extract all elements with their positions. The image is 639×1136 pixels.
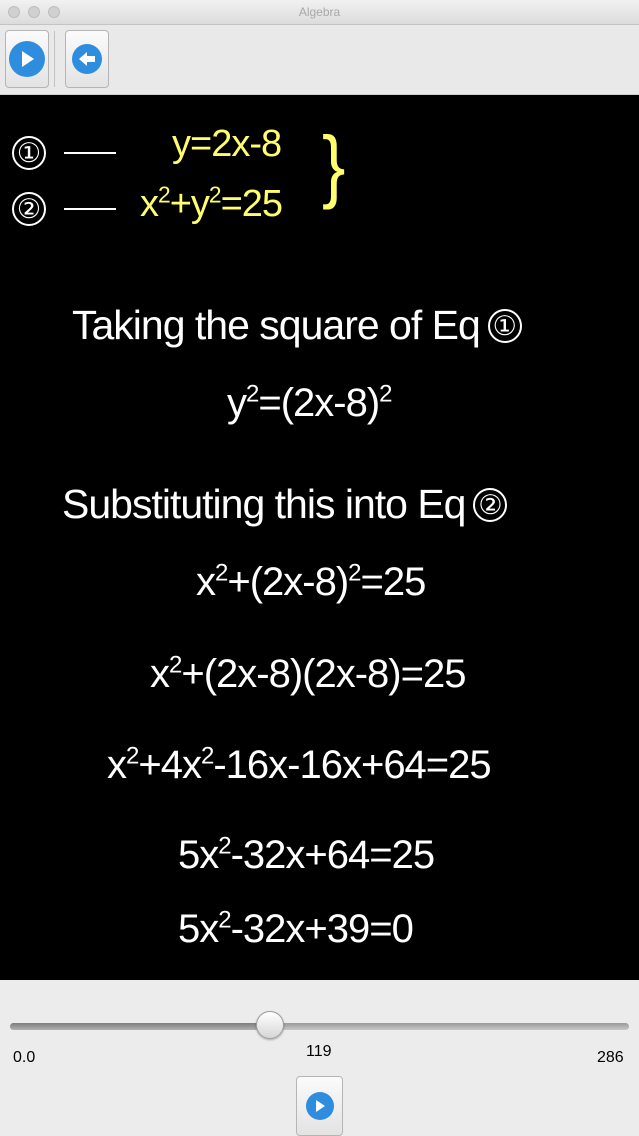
play-icon — [305, 1092, 334, 1120]
slider-min-label: 0.0 — [13, 1049, 36, 1066]
timeline-slider-fill — [10, 1023, 270, 1030]
slider-max-label: 286 — [597, 1049, 624, 1066]
equation-2-reference: ② — [473, 488, 508, 522]
timeline-slider-track[interactable] — [10, 1023, 629, 1030]
equation-2: x2+y2=25 — [140, 181, 283, 225]
title-bar: Algebra — [0, 0, 639, 25]
equation-1-reference: ① — [487, 309, 522, 343]
system-brace: } — [322, 120, 346, 210]
back-arrow-icon — [72, 44, 102, 74]
equation-1-connector — [64, 152, 116, 154]
playback-button[interactable] — [296, 1076, 343, 1136]
step-1-heading: Taking the square of Eq ① — [72, 302, 522, 349]
expanded-line: x2+(2x-8)(2x-8)=25 — [150, 651, 466, 696]
timeline-slider-thumb[interactable] — [255, 1011, 284, 1039]
combined-line: 5x2-32x+64=25 — [178, 832, 435, 877]
lesson-board: ① y=2x-8 ② x2+y2=25 } Taking the square … — [0, 95, 639, 980]
equation-1-marker: ① — [12, 136, 46, 170]
distributed-line: x2+4x2-16x-16x+64=25 — [107, 742, 492, 787]
equation-2-connector — [64, 208, 116, 210]
window-title: Algebra — [298, 5, 341, 19]
toolbar-divider — [54, 31, 55, 87]
step-2-heading: Substituting this into Eq ② — [62, 481, 508, 528]
step-1-equation: y2=(2x-8)2 — [227, 380, 393, 425]
slider-current-value: 119 — [306, 1043, 332, 1060]
equation-1: y=2x-8 — [172, 123, 282, 165]
back-button[interactable] — [65, 30, 109, 88]
play-icon — [9, 41, 45, 77]
play-button[interactable] — [5, 30, 49, 88]
toolbar — [0, 25, 639, 95]
quadratic-line: 5x2-32x+39=0 — [178, 906, 414, 951]
equation-2-marker: ② — [12, 192, 46, 226]
substitution-line: x2+(2x-8)2=25 — [196, 559, 426, 604]
